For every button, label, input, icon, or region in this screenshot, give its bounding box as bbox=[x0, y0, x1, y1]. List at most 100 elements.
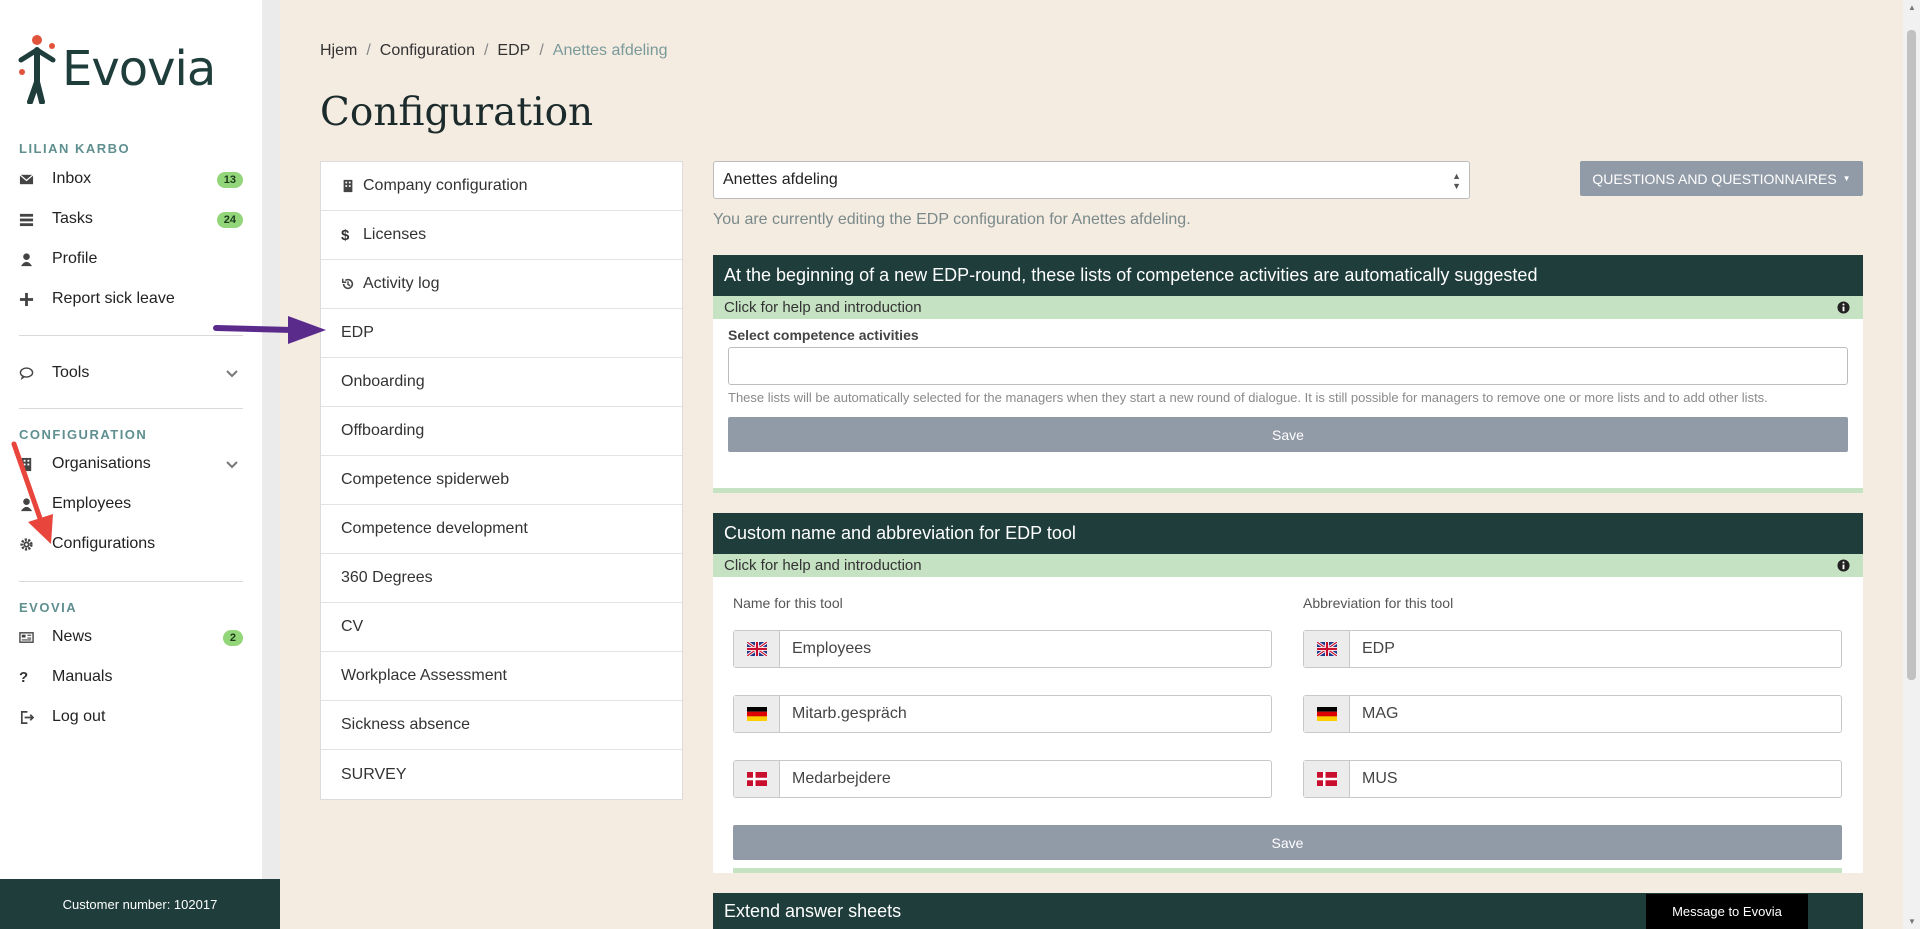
menu-item-survey[interactable]: SURVEY bbox=[321, 750, 682, 799]
name-field-english[interactable]: Employees bbox=[733, 630, 1272, 668]
sidebar-item-label: Profile bbox=[52, 250, 98, 267]
dollar-icon: $ bbox=[341, 226, 350, 244]
name-value: Mitarb.gespräch bbox=[792, 705, 907, 722]
sidebar-item-manuals[interactable]: ? Manuals bbox=[19, 659, 243, 695]
sidebar-item-inbox[interactable]: Inbox 13 bbox=[19, 161, 243, 197]
message-to-evovia-button[interactable]: Message to Evovia bbox=[1646, 894, 1808, 929]
menu-item-label: Sickness absence bbox=[341, 716, 470, 733]
news-count-badge: 2 bbox=[222, 630, 243, 646]
sign-out-icon bbox=[19, 710, 52, 725]
menu-item-label: Offboarding bbox=[341, 422, 425, 439]
sidebar-item-label: Inbox bbox=[52, 170, 92, 187]
chevron-down-icon bbox=[226, 461, 238, 469]
sidebar-item-label: Tools bbox=[52, 364, 90, 381]
department-select[interactable]: Anettes afdeling ▲ ▼ bbox=[713, 161, 1470, 199]
sidebar-item-tasks[interactable]: Tasks 24 bbox=[19, 201, 243, 237]
abbreviation-field-danish[interactable]: MUS bbox=[1303, 760, 1842, 798]
question-icon: ? bbox=[19, 668, 29, 686]
menu-item-licenses[interactable]: $ Licenses bbox=[321, 211, 682, 260]
abbreviation-field-english[interactable]: EDP bbox=[1303, 630, 1842, 668]
editing-note: You are currently editing the EDP config… bbox=[713, 211, 1191, 228]
scroll-up-icon[interactable]: ▲ bbox=[1908, 3, 1916, 12]
sidebar-item-label: Manuals bbox=[52, 668, 113, 685]
help-introduction-toggle[interactable]: Click for help and introduction bbox=[713, 554, 1863, 577]
abbreviation-value: MAG bbox=[1362, 705, 1399, 722]
user-section-title: LILIAN KARBO bbox=[19, 141, 131, 156]
name-field-german[interactable]: Mitarb.gespräch bbox=[733, 695, 1272, 733]
evovia-logo-icon bbox=[18, 35, 56, 104]
caret-down-icon: ▼ bbox=[1842, 174, 1851, 183]
menu-item-label: Licenses bbox=[363, 226, 427, 243]
abbreviation-value: EDP bbox=[1362, 640, 1395, 657]
abbreviation-for-tool-label: Abbreviation for this tool bbox=[1303, 595, 1454, 611]
abbreviation-field-german[interactable]: MAG bbox=[1303, 695, 1842, 733]
sidebar-item-news[interactable]: News 2 bbox=[19, 619, 243, 655]
card-footer bbox=[733, 868, 1842, 873]
menu-item-competence-development[interactable]: Competence development bbox=[321, 505, 682, 554]
competence-activities-card: At the beginning of a new EDP-round, the… bbox=[713, 255, 1863, 493]
sidebar-item-tools[interactable]: Tools bbox=[19, 355, 243, 391]
tasks-count-badge: 24 bbox=[216, 212, 243, 228]
menu-item-label: Activity log bbox=[363, 275, 440, 292]
abbreviation-value: MUS bbox=[1362, 770, 1398, 787]
de-flag-icon bbox=[1304, 696, 1350, 732]
sidebar-item-label: Configurations bbox=[52, 535, 156, 552]
sidebar-item-log-out[interactable]: Log out bbox=[19, 699, 243, 735]
page-title: Configuration bbox=[320, 90, 594, 135]
chevron-down-icon bbox=[226, 370, 238, 378]
breadcrumb-link-edp[interactable]: EDP bbox=[497, 42, 530, 59]
menu-item-360-degrees[interactable]: 360 Degrees bbox=[321, 554, 682, 603]
de-flag-icon bbox=[734, 696, 780, 732]
card-title: At the beginning of a new EDP-round, the… bbox=[713, 255, 1863, 296]
sidebar-edge bbox=[262, 0, 280, 929]
menu-item-edp[interactable]: EDP bbox=[321, 309, 682, 358]
menu-item-label: 360 Degrees bbox=[341, 569, 433, 586]
save-button[interactable]: Save bbox=[728, 417, 1848, 452]
plus-icon bbox=[19, 292, 52, 307]
menu-item-label: CV bbox=[341, 618, 364, 635]
breadcrumb-link-home[interactable]: Hjem bbox=[320, 42, 357, 59]
questions-and-questionnaires-button[interactable]: QUESTIONS AND QUESTIONNAIRES ▼ bbox=[1580, 161, 1863, 196]
sidebar-divider bbox=[19, 581, 243, 582]
sidebar-item-profile[interactable]: Profile bbox=[19, 241, 243, 277]
menu-item-activity-log[interactable]: Activity log bbox=[321, 260, 682, 309]
sidebar-item-label: Employees bbox=[52, 495, 132, 512]
sidebar-item-label: Organisations bbox=[52, 455, 151, 472]
name-for-tool-label: Name for this tool bbox=[733, 595, 843, 611]
info-icon bbox=[1837, 559, 1850, 572]
menu-item-company-configuration[interactable]: Company configuration bbox=[321, 162, 682, 211]
menu-item-offboarding[interactable]: Offboarding bbox=[321, 407, 682, 456]
menu-item-label: Onboarding bbox=[341, 373, 425, 390]
sidebar-divider bbox=[19, 408, 243, 409]
menu-item-workplace-assessment[interactable]: Workplace Assessment bbox=[321, 652, 682, 701]
envelope-icon bbox=[19, 172, 52, 187]
history-icon bbox=[341, 277, 363, 291]
name-value: Medarbejdere bbox=[792, 770, 891, 787]
scroll-down-icon[interactable]: ▼ bbox=[1908, 917, 1916, 926]
competence-activities-input[interactable] bbox=[728, 347, 1848, 385]
save-button[interactable]: Save bbox=[733, 825, 1842, 860]
department-select-value: Anettes afdeling bbox=[723, 171, 838, 188]
help-introduction-toggle[interactable]: Click for help and introduction bbox=[713, 296, 1863, 319]
scrollbar-thumb[interactable] bbox=[1907, 30, 1916, 680]
menu-item-cv[interactable]: CV bbox=[321, 603, 682, 652]
competence-activities-note: These lists will be automatically select… bbox=[728, 390, 1768, 405]
configuration-menu: Company configuration $ Licenses Activit… bbox=[320, 161, 683, 800]
help-label: Click for help and introduction bbox=[724, 557, 922, 574]
menu-item-sickness-absence[interactable]: Sickness absence bbox=[321, 701, 682, 750]
save-label: Save bbox=[1271, 834, 1304, 851]
comment-icon bbox=[19, 366, 52, 381]
brand-name: Evovia bbox=[62, 41, 216, 97]
menu-item-label: EDP bbox=[341, 324, 374, 341]
menu-item-label: Competence development bbox=[341, 520, 528, 537]
customer-number: Customer number: 102017 bbox=[0, 879, 280, 929]
page-scrollbar[interactable]: ▲ ▼ bbox=[1903, 0, 1920, 929]
menu-item-competence-spiderweb[interactable]: Competence spiderweb bbox=[321, 456, 682, 505]
building-icon bbox=[341, 179, 363, 193]
brand-logo[interactable]: Evovia bbox=[18, 34, 216, 104]
menu-item-onboarding[interactable]: Onboarding bbox=[321, 358, 682, 407]
sidebar-item-label: News bbox=[52, 628, 93, 645]
dk-flag-icon bbox=[734, 761, 780, 797]
breadcrumb-link-configuration[interactable]: Configuration bbox=[380, 42, 475, 59]
name-field-danish[interactable]: Medarbejdere bbox=[733, 760, 1272, 798]
